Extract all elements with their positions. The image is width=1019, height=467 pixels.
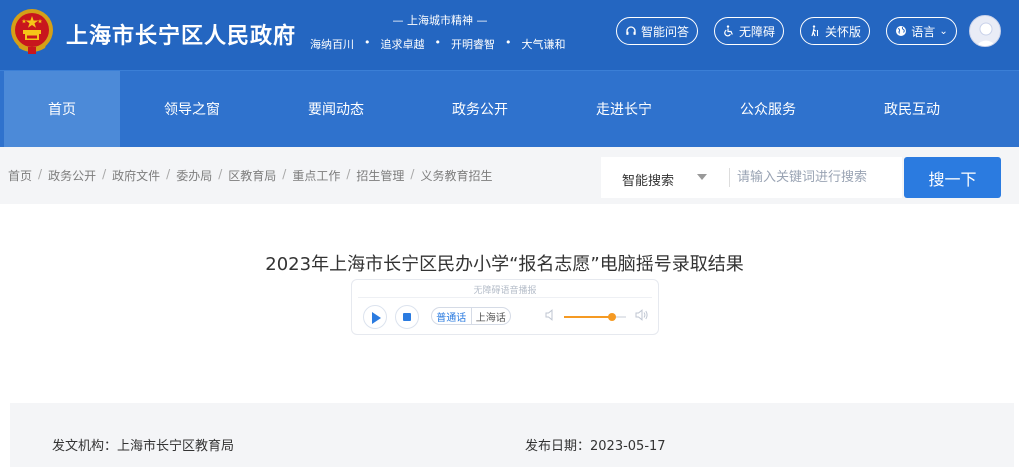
search-divider <box>729 168 730 187</box>
main-nav: 首页 领导之窗 要闻动态 政务公开 走进长宁 公众服务 政民互动 <box>0 70 1019 147</box>
nav-item-about-changning[interactable]: 走进长宁 <box>552 71 696 147</box>
volume-high-icon[interactable] <box>635 309 649 321</box>
breadcrumb: 首页 / 政务公开 / 政府文件 / 委办局 / 区教育局 / 重点工作 / 招… <box>8 167 492 184</box>
language-selector[interactable]: 语言 ⌄ <box>886 17 957 45</box>
breadcrumb-separator: / <box>38 167 43 181</box>
page: 上海市长宁区人民政府 — 上海城市精神 — 海纳百川 • 追求卓越 • 开明睿智… <box>0 0 1019 467</box>
elderly-person-icon <box>811 25 818 37</box>
elderly-care-label: 关怀版 <box>824 24 861 39</box>
breadcrumb-link[interactable]: 招生管理 <box>356 167 404 184</box>
breadcrumb-current[interactable]: 义务教育招生 <box>420 167 492 184</box>
user-avatar[interactable] <box>969 15 1001 47</box>
slogan-separator: • <box>434 36 442 49</box>
wheelchair-icon <box>724 25 733 37</box>
breadcrumb-separator: / <box>282 167 287 181</box>
chevron-down-icon: ⌄ <box>939 25 948 37</box>
volume-slider[interactable] <box>564 313 626 321</box>
issuing-agency: 发文机构：上海市长宁区教育局 <box>52 439 235 454</box>
nav-item-leaders[interactable]: 领导之窗 <box>120 71 264 147</box>
elderly-care-button[interactable]: 关怀版 <box>800 17 870 45</box>
play-icon[interactable] <box>363 305 387 329</box>
search-input[interactable] <box>737 163 897 192</box>
accessibility-label: 无障碍 <box>738 24 775 39</box>
search-button[interactable]: 搜一下 <box>904 157 1001 198</box>
city-spirit-item: 海纳百川 <box>310 38 354 51</box>
breadcrumb-separator: / <box>166 167 171 181</box>
city-spirit-title: — 上海城市精神 — <box>392 14 488 27</box>
article-meta-bar: 发文机构：上海市长宁区教育局 发布日期：2023-05-17 <box>10 403 1014 467</box>
city-spirit-item: 大气谦和 <box>521 38 566 51</box>
city-spirit-item: 追求卓越 <box>380 38 425 51</box>
player-caption: 无障碍语音播报 <box>473 286 537 296</box>
accessibility-button[interactable]: 无障碍 <box>714 17 784 45</box>
volume-fill <box>564 316 613 318</box>
globe-icon <box>896 26 907 36</box>
ai-qa-label: 智能问答 <box>640 24 689 39</box>
breadcrumb-link[interactable]: 重点工作 <box>292 167 340 184</box>
publish-date: 发布日期：2023-05-17 <box>525 439 666 454</box>
language-label: 语言 <box>911 24 936 39</box>
voice-language-toggle: 普通话 上海话 <box>431 307 511 325</box>
nav-item-interaction[interactable]: 政民互动 <box>840 71 984 147</box>
breadcrumb-link[interactable]: 区教育局 <box>228 167 276 184</box>
breadcrumb-link[interactable]: 委办局 <box>176 167 212 184</box>
breadcrumb-separator: / <box>102 167 107 181</box>
user-avatar-icon <box>975 22 997 46</box>
search-box: 智能搜索 <box>601 157 902 198</box>
nav-item-news[interactable]: 要闻动态 <box>264 71 408 147</box>
site-header: 上海市长宁区人民政府 — 上海城市精神 — 海纳百川 • 追求卓越 • 开明睿智… <box>0 0 1019 70</box>
site-title[interactable]: 上海市长宁区人民政府 <box>66 18 296 50</box>
headset-icon <box>626 26 636 35</box>
player-divider <box>358 297 652 298</box>
voice-broadcast-player: 无障碍语音播报 普通话 上海话 <box>351 279 659 335</box>
stop-icon[interactable] <box>395 305 419 329</box>
city-spirit-slogans: 海纳百川 • 追求卓越 • 开明睿智 • 大气谦和 <box>310 36 566 52</box>
slogan-separator: • <box>364 36 371 49</box>
article-title: 2023年上海市长宁区民办小学“报名志愿”电脑摇号录取结果 <box>265 254 744 275</box>
breadcrumb-link[interactable]: 政府文件 <box>112 167 160 184</box>
city-spirit-item: 开明睿智 <box>451 38 495 51</box>
breadcrumb-link[interactable]: 首页 <box>8 167 32 184</box>
breadcrumb-separator: / <box>410 167 415 181</box>
caret-down-icon <box>697 174 707 180</box>
ai-qa-button[interactable]: 智能问答 <box>616 17 698 45</box>
voice-mandarin-option[interactable]: 普通话 <box>432 308 471 324</box>
search-type-select[interactable]: 智能搜索 <box>601 157 721 198</box>
slogan-separator: • <box>505 36 512 49</box>
volume-low-icon[interactable] <box>545 309 557 321</box>
nav-item-public-services[interactable]: 公众服务 <box>696 71 840 147</box>
breadcrumb-separator: / <box>218 167 223 181</box>
breadcrumb-link[interactable]: 政务公开 <box>48 167 96 184</box>
volume-handle[interactable] <box>608 313 617 321</box>
voice-shanghainese-option[interactable]: 上海话 <box>470 308 511 324</box>
search-type-label: 智能搜索 <box>622 174 675 189</box>
national-emblem-icon[interactable] <box>9 6 55 56</box>
nav-item-gov-affairs[interactable]: 政务公开 <box>408 71 552 147</box>
nav-item-home[interactable]: 首页 <box>4 71 120 147</box>
breadcrumb-separator: / <box>346 167 351 181</box>
